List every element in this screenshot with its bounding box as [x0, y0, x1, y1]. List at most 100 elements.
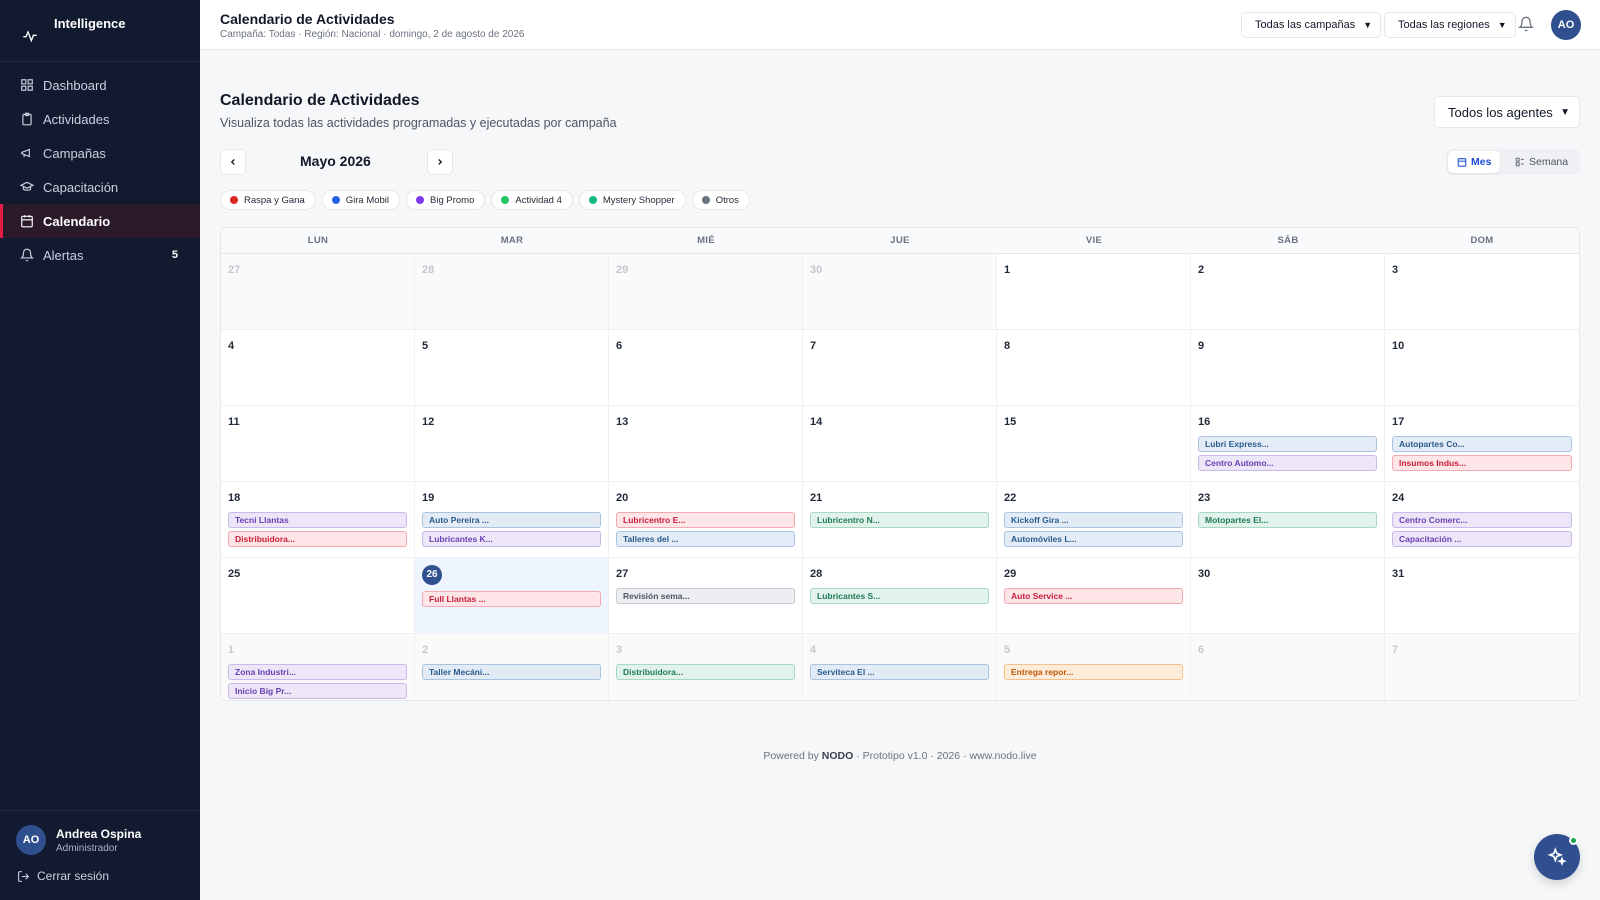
- calendar-day-cell[interactable]: 30: [803, 254, 997, 330]
- event-pill[interactable]: Revisión sema...: [616, 588, 795, 604]
- logout-icon: [18, 870, 30, 882]
- calendar-day-cell[interactable]: 6: [1191, 634, 1385, 700]
- calendar-day-cell[interactable]: 27 Revisión sema...: [609, 558, 803, 634]
- calendar-day-cell[interactable]: 31: [1385, 558, 1579, 634]
- calendar-day-cell[interactable]: 12: [415, 406, 609, 482]
- event-pill[interactable]: Autopartes Co...: [1392, 436, 1572, 452]
- calendar-day-cell[interactable]: 6: [609, 330, 803, 406]
- calendar-day-cell[interactable]: 7: [803, 330, 997, 406]
- event-pill[interactable]: Distribuidora...: [616, 664, 795, 680]
- sidebar-item-capacitacin[interactable]: Capacitación: [0, 170, 200, 204]
- weekday-label: VIE: [1085, 235, 1103, 246]
- legend-chip[interactable]: Raspa y Gana: [220, 190, 316, 210]
- calendar-day-cell[interactable]: 2 Taller Mecáni...: [415, 634, 609, 700]
- calendar-day-cell[interactable]: 14: [803, 406, 997, 482]
- view-week-button[interactable]: Semana: [1506, 151, 1577, 173]
- event-pill[interactable]: Auto Pereira ...: [422, 512, 601, 528]
- event-pill[interactable]: Taller Mecáni...: [422, 664, 601, 680]
- event-pill[interactable]: Lubricentro N...: [810, 512, 989, 528]
- calendar-day-cell[interactable]: 15: [997, 406, 1191, 482]
- calendar-day-cell[interactable]: 29 Auto Service ...: [997, 558, 1191, 634]
- calendar-day-cell[interactable]: 26 Full Llantas ...: [415, 558, 609, 634]
- day-number: 5: [422, 340, 429, 352]
- calendar-day-cell[interactable]: 11: [221, 406, 415, 482]
- calendar-day-cell[interactable]: 16 Lubri Express... Centro Automo...: [1191, 406, 1385, 482]
- calendar-day-cell[interactable]: 29: [609, 254, 803, 330]
- calendar-day-cell[interactable]: 4 Serviteca El ...: [803, 634, 997, 700]
- calendar-day-cell[interactable]: 10: [1385, 330, 1579, 406]
- calendar-day-cell[interactable]: 23 Motopartes El...: [1191, 482, 1385, 558]
- calendar-day-cell[interactable]: 20 Lubricentro E... Talleres del ...: [609, 482, 803, 558]
- legend-chip[interactable]: Actividad 4: [491, 190, 573, 210]
- event-pill[interactable]: Entrega repor...: [1004, 664, 1183, 680]
- calendar-day-cell[interactable]: 19 Auto Pereira ... Lubricantes K...: [415, 482, 609, 558]
- bell-icon[interactable]: [1518, 16, 1534, 32]
- event-pill[interactable]: Capacitación ...: [1392, 531, 1572, 547]
- event-pill[interactable]: Serviteca El ...: [810, 664, 989, 680]
- event-pill[interactable]: Lubricentro E...: [616, 512, 795, 528]
- view-month-button[interactable]: Mes: [1448, 151, 1501, 173]
- legend-chip[interactable]: Mystery Shopper: [578, 190, 686, 210]
- calendar-day-cell[interactable]: 18 Tecni Llantas Distribuidora...: [221, 482, 415, 558]
- sidebar-item-campaas[interactable]: Campañas: [0, 136, 200, 170]
- calendar-day-cell[interactable]: 25: [221, 558, 415, 634]
- prev-month-button[interactable]: [220, 149, 246, 175]
- logout-button[interactable]: Cerrar sesión: [17, 869, 109, 883]
- calendar-day-cell[interactable]: 5 Entrega repor...: [997, 634, 1191, 700]
- event-pill[interactable]: Talleres del ...: [616, 531, 795, 547]
- calendar-day-cell[interactable]: 30: [1191, 558, 1385, 634]
- calendar-day-cell[interactable]: 1: [997, 254, 1191, 330]
- calendar-day-cell[interactable]: 24 Centro Comerc... Capacitación ...: [1385, 482, 1579, 558]
- avatar[interactable]: AO: [1551, 10, 1581, 40]
- calendar-day-cell[interactable]: 3 Distribuidora...: [609, 634, 803, 700]
- calendar-day-cell[interactable]: 2: [1191, 254, 1385, 330]
- campaign-filter-select[interactable]: Todas las campañas ▼: [1241, 12, 1382, 38]
- calendar-day-cell[interactable]: 28 Lubricantes S...: [803, 558, 997, 634]
- event-pill[interactable]: Auto Service ...: [1004, 588, 1183, 604]
- calendar-day-cell[interactable]: 17 Autopartes Co... Insumos Indus...: [1385, 406, 1579, 482]
- calendar-day-cell[interactable]: 28: [415, 254, 609, 330]
- calendar-day-cell[interactable]: 7: [1385, 634, 1579, 700]
- legend-chip[interactable]: Otros: [691, 190, 750, 210]
- calendar-day-cell[interactable]: 8: [997, 330, 1191, 406]
- event-pill[interactable]: Full Llantas ...: [422, 590, 601, 607]
- legend-chip[interactable]: Big Promo: [406, 190, 486, 210]
- ai-assistant-button[interactable]: [1534, 834, 1580, 880]
- event-pill[interactable]: Distribuidora...: [228, 531, 407, 547]
- event-pill[interactable]: Lubricantes K...: [422, 531, 601, 547]
- event-pill[interactable]: Lubricantes S...: [810, 588, 989, 604]
- region-filter-select[interactable]: Todas las regiones ▼: [1384, 12, 1516, 38]
- brand[interactable]: Intelligence: [0, 0, 200, 62]
- event-pill[interactable]: Lubri Express...: [1198, 436, 1377, 452]
- user-profile[interactable]: AO Andrea Ospina Administrador: [16, 825, 141, 855]
- sidebar-item-calendario[interactable]: Calendario: [0, 204, 200, 238]
- agent-filter-select[interactable]: Todos los agentes ▼: [1434, 96, 1580, 128]
- sidebar-item-actividades[interactable]: Actividades: [0, 102, 200, 136]
- event-pill[interactable]: Kickoff Gira ...: [1004, 512, 1183, 528]
- calendar-day-cell[interactable]: 22 Kickoff Gira ... Automóviles L...: [997, 482, 1191, 558]
- calendar-day-cell[interactable]: 5: [415, 330, 609, 406]
- legend-chip[interactable]: Gira Mobil: [321, 190, 401, 210]
- calendar-day-cell[interactable]: 3: [1385, 254, 1579, 330]
- megaphone-icon: [21, 148, 30, 158]
- calendar-day-cell[interactable]: 21 Lubricentro N...: [803, 482, 997, 558]
- event-pill[interactable]: Motopartes El...: [1198, 512, 1377, 528]
- sidebar-item-alertas[interactable]: Alertas 5: [0, 238, 200, 272]
- calendar-day-cell[interactable]: 13: [609, 406, 803, 482]
- event-pill[interactable]: Zona Industri...: [228, 664, 407, 680]
- calendar-day-cell[interactable]: 4: [221, 330, 415, 406]
- event-pill[interactable]: Automóviles L...: [1004, 531, 1183, 547]
- footer-suffix: · Prototipo v1.0 · 2026 · www.nodo.live: [856, 750, 1037, 762]
- calendar-day-cell[interactable]: 1 Zona Industri... Inicio Big Pr...: [221, 634, 415, 700]
- event-pill[interactable]: Tecni Llantas: [228, 512, 407, 528]
- view-toggle: Mes Semana: [1446, 149, 1580, 175]
- event-pill[interactable]: Inicio Big Pr...: [228, 683, 407, 699]
- calendar-day-cell[interactable]: 27: [221, 254, 415, 330]
- event-pill[interactable]: Centro Automo...: [1198, 455, 1377, 471]
- event-pill[interactable]: Insumos Indus...: [1392, 455, 1572, 471]
- event-pill[interactable]: Centro Comerc...: [1392, 512, 1572, 528]
- calendar-day-cell[interactable]: 9: [1191, 330, 1385, 406]
- avatar[interactable]: AO: [16, 825, 46, 855]
- next-month-button[interactable]: [427, 149, 453, 175]
- sidebar-item-dashboard[interactable]: Dashboard: [0, 68, 200, 102]
